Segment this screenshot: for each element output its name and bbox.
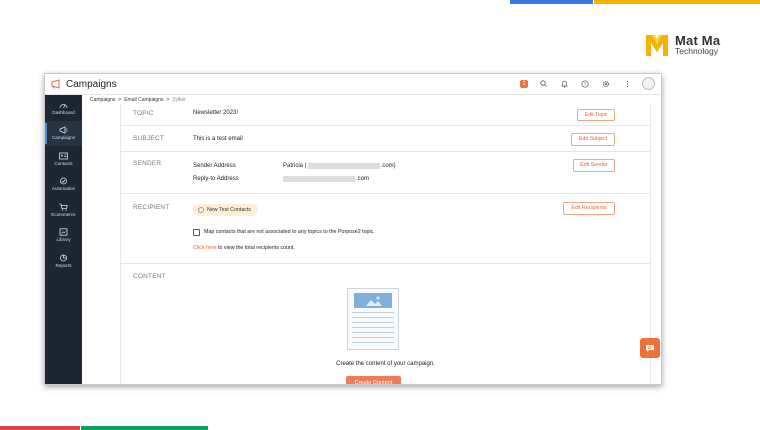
sender-domain: .com) — [380, 163, 396, 169]
content-section: CONTENT Create the content of your campa… — [121, 264, 650, 384]
content-description: Create the content of your campaign. — [336, 361, 435, 367]
notification-badge[interactable]: 1 — [520, 79, 528, 88]
brand-subtitle: Technology — [675, 46, 719, 57]
top-bar: Campaigns 1 ? — [45, 74, 661, 95]
create-content-button[interactable]: Create Content — [346, 376, 401, 384]
search-icon[interactable] — [537, 78, 549, 90]
recipient-list-name: New Test Contacts — [207, 207, 252, 213]
top-blue-bar — [510, 0, 593, 4]
bell-icon[interactable] — [558, 78, 570, 90]
sidebar-item-label: Reports — [55, 262, 72, 268]
sidebar-item-label: Campaigns — [51, 135, 76, 141]
sidebar-item-ecommerce[interactable]: Ecommerce — [45, 197, 82, 223]
dashboard-icon — [59, 103, 68, 108]
contacts-icon — [59, 152, 68, 160]
sidebar-item-label: Dashboard — [52, 109, 75, 115]
recipient-section: RECIPIENT New Test Contacts Map contacts… — [121, 194, 650, 264]
reports-icon — [60, 254, 67, 262]
chat-button[interactable] — [640, 338, 660, 358]
top-yellow-bar — [594, 0, 760, 4]
edit-subject-button[interactable]: Edit Subject — [571, 133, 615, 146]
subject-value: This is a test email — [193, 136, 243, 142]
breadcrumb-current: Zylker — [172, 97, 186, 103]
more-icon[interactable] — [621, 78, 633, 90]
sidebar: Dashboard Campaigns Contacts Automation … — [45, 95, 82, 384]
template-placeholder-image — [347, 288, 399, 350]
campaigns-logo-icon — [51, 79, 60, 89]
topic-value: Newsletter 2023! — [193, 110, 239, 116]
sidebar-item-library[interactable]: Library — [45, 223, 82, 249]
topic-section: TOPIC Newsletter 2023! Edit Topic — [121, 104, 650, 126]
sender-name: Patricia ( — [283, 163, 307, 169]
map-contacts-label: Map contacts that are not associated to … — [204, 229, 375, 235]
click-here-link[interactable]: Click here — [193, 245, 217, 251]
brand-logo: Mat Ma Technology — [644, 32, 720, 58]
megaphone-icon — [59, 126, 68, 134]
subject-section: SUBJECT This is a test email Edit Subjec… — [121, 126, 650, 152]
sidebar-item-label: Contacts — [54, 160, 73, 166]
recipient-label: RECIPIENT — [133, 204, 170, 211]
topic-label: TOPIC — [133, 110, 154, 117]
edit-recipients-button[interactable]: Edit Recipients — [563, 202, 615, 215]
brand-mark-icon — [646, 35, 668, 56]
chat-icon — [646, 344, 654, 352]
brand-name: Mat Ma — [675, 32, 721, 48]
bottom-green-bar — [81, 426, 208, 430]
sender-section: SENDER Sender Address Reply-to Address P… — [121, 152, 650, 194]
sidebar-item-campaigns[interactable]: Campaigns — [45, 120, 82, 146]
breadcrumb: Campaigns > Email Campaigns > Zylker — [90, 97, 186, 103]
breadcrumb-campaigns[interactable]: Campaigns — [90, 97, 115, 103]
sidebar-item-label: Ecommerce — [51, 211, 76, 217]
image-icon — [354, 293, 392, 308]
help-icon[interactable]: ? — [579, 78, 591, 90]
avatar[interactable] — [642, 77, 655, 90]
edit-sender-button[interactable]: Edit Sender — [573, 159, 615, 172]
reply-to-address-value: .com — [283, 176, 369, 182]
automation-icon — [60, 177, 67, 185]
map-contacts-checkbox[interactable] — [193, 229, 200, 236]
sender-label: SENDER — [133, 160, 162, 167]
sidebar-item-label: Library — [56, 237, 71, 243]
sidebar-item-reports[interactable]: Reports — [45, 248, 82, 274]
list-icon — [198, 207, 204, 213]
edit-topic-button[interactable]: Edit Topic — [577, 109, 615, 121]
redacted-email — [307, 163, 380, 169]
campaign-details: TOPIC Newsletter 2023! Edit Topic SUBJEC… — [120, 104, 651, 384]
app-window: Campaigns 1 ? Dashboard Campaigns Contac… — [44, 73, 662, 385]
recipient-list-chip[interactable]: New Test Contacts — [193, 204, 259, 216]
settings-icon[interactable] — [600, 78, 612, 90]
sidebar-item-automation[interactable]: Automation — [45, 172, 82, 198]
recipients-count-note: Click here to view the total recipients … — [193, 245, 295, 251]
bottom-red-bar — [0, 426, 80, 430]
svg-text:?: ? — [584, 81, 587, 86]
breadcrumb-email-campaigns[interactable]: Email Campaigns — [124, 97, 163, 103]
sidebar-item-contacts[interactable]: Contacts — [45, 146, 82, 172]
sidebar-item-label: Automation — [51, 186, 76, 192]
recipients-count-text: to view the total recipients count. — [216, 245, 295, 251]
sender-address-label: Sender Address — [193, 163, 236, 169]
breadcrumb-separator: > — [118, 97, 122, 103]
subject-label: SUBJECT — [133, 135, 165, 142]
sidebar-item-dashboard[interactable]: Dashboard — [45, 95, 82, 121]
reply-to-domain: .com — [356, 176, 370, 182]
reply-to-address-label: Reply-to Address — [193, 176, 239, 182]
content-label: CONTENT — [133, 273, 166, 280]
redacted-email — [283, 176, 355, 182]
breadcrumb-separator: > — [166, 97, 170, 103]
cart-icon — [59, 203, 68, 211]
library-icon — [59, 228, 68, 236]
app-title: Campaigns — [66, 78, 117, 90]
sender-address-value: Patricia ( .com) — [283, 163, 396, 169]
